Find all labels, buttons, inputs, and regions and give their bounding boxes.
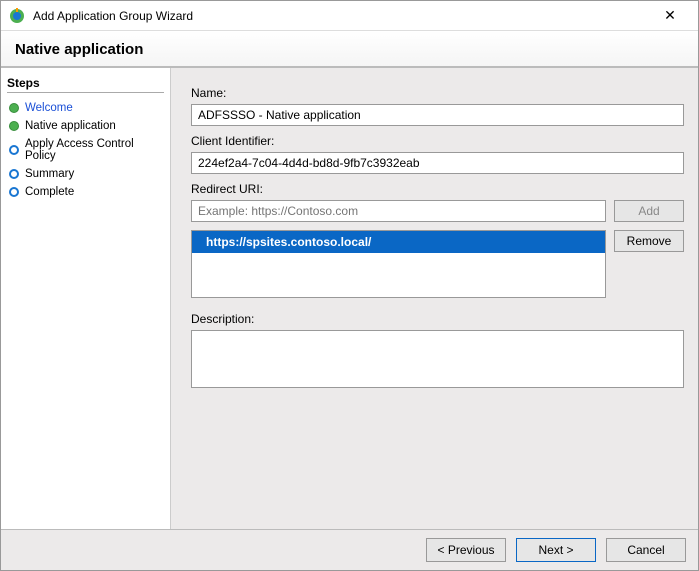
- add-button[interactable]: Add: [614, 200, 684, 222]
- description-label: Description:: [191, 312, 684, 326]
- step-summary[interactable]: Summary: [7, 165, 164, 183]
- titlebar: Add Application Group Wizard ✕: [1, 1, 698, 31]
- wizard-footer: < Previous Next > Cancel: [1, 529, 698, 570]
- step-bullet-icon: [9, 121, 19, 131]
- description-field[interactable]: [191, 330, 684, 388]
- step-native-application[interactable]: Native application: [7, 117, 164, 135]
- step-welcome[interactable]: Welcome: [7, 99, 164, 117]
- redirect-uri-label: Redirect URI:: [191, 182, 684, 196]
- remove-button[interactable]: Remove: [614, 230, 684, 252]
- steps-sidebar: Steps Welcome Native application Apply A…: [1, 68, 171, 529]
- steps-heading: Steps: [7, 76, 164, 90]
- step-bullet-icon: [9, 145, 19, 155]
- step-label: Summary: [25, 168, 74, 180]
- page-title: Native application: [1, 31, 698, 68]
- close-icon[interactable]: ✕: [650, 7, 690, 24]
- next-button[interactable]: Next >: [516, 538, 596, 562]
- app-icon: [9, 8, 25, 24]
- redirect-uri-input[interactable]: [191, 200, 606, 222]
- step-label: Apply Access Control Policy: [25, 138, 162, 162]
- step-label: Complete: [25, 186, 74, 198]
- step-apply-access-control-policy[interactable]: Apply Access Control Policy: [7, 135, 164, 165]
- name-label: Name:: [191, 86, 684, 100]
- step-complete[interactable]: Complete: [7, 183, 164, 201]
- step-bullet-icon: [9, 103, 19, 113]
- step-label: Welcome: [25, 102, 73, 114]
- step-bullet-icon: [9, 169, 19, 179]
- form-panel: Name: Client Identifier: Redirect URI: A…: [171, 68, 698, 529]
- steps-divider: [7, 92, 164, 93]
- window-title: Add Application Group Wizard: [33, 9, 650, 23]
- step-bullet-icon: [9, 187, 19, 197]
- previous-button[interactable]: < Previous: [426, 538, 506, 562]
- name-field[interactable]: [191, 104, 684, 126]
- client-id-label: Client Identifier:: [191, 134, 684, 148]
- step-label: Native application: [25, 120, 116, 132]
- cancel-button[interactable]: Cancel: [606, 538, 686, 562]
- redirect-uri-list[interactable]: https://spsites.contoso.local/: [191, 230, 606, 298]
- client-id-field[interactable]: [191, 152, 684, 174]
- redirect-uri-item[interactable]: https://spsites.contoso.local/: [192, 231, 605, 253]
